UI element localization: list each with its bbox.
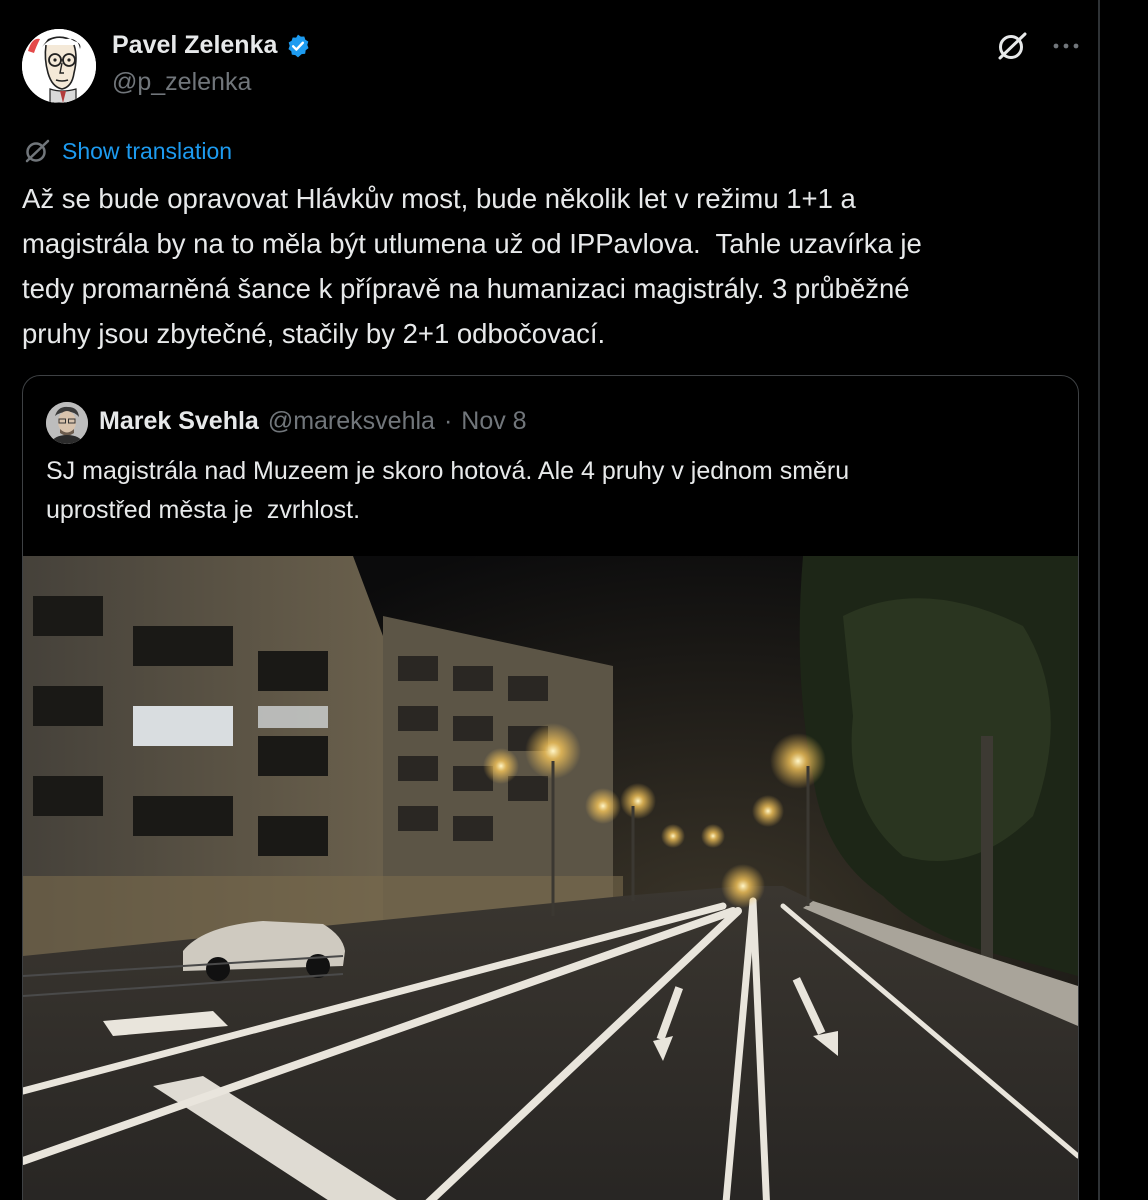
grok-translate-icon [25,139,50,163]
author-display-name[interactable]: Pavel Zelenka [112,31,277,60]
quoted-post-card[interactable]: Marek Svehla @mareksvehla · Nov 8 SJ mag… [22,375,1079,1200]
night-street-photo[interactable] [23,556,1078,1200]
grok-icon[interactable] [994,28,1030,64]
timeline-column-border [1098,0,1100,1200]
quoted-author-row: Marek Svehla @mareksvehla · Nov 8 [99,407,527,436]
more-options-icon[interactable] [1048,28,1084,64]
post-header-actions [994,28,1084,64]
author-name-row[interactable]: Pavel Zelenka [112,31,311,60]
quoted-author-name[interactable]: Marek Svehla [99,407,259,436]
author-avatar[interactable] [22,29,96,103]
verified-badge-icon [288,34,309,57]
quoted-meta-separator: · [443,407,453,435]
show-translation-link[interactable]: Show translation [62,138,232,165]
quoted-author-avatar[interactable] [46,402,88,444]
translation-row[interactable]: Show translation [22,136,232,166]
portrait-avatar-icon [46,402,88,444]
caricature-avatar-icon [22,29,96,103]
quoted-post-text: SJ magistrála nad Muzeem je skoro hotová… [46,457,850,524]
quoted-author-handle[interactable]: @mareksvehla [268,407,435,436]
post-text: Až se bude opravovat Hlávkův most, bude … [22,183,922,349]
author-handle[interactable]: @p_zelenka [112,68,251,97]
quoted-post-date[interactable]: Nov 8 [461,407,526,436]
